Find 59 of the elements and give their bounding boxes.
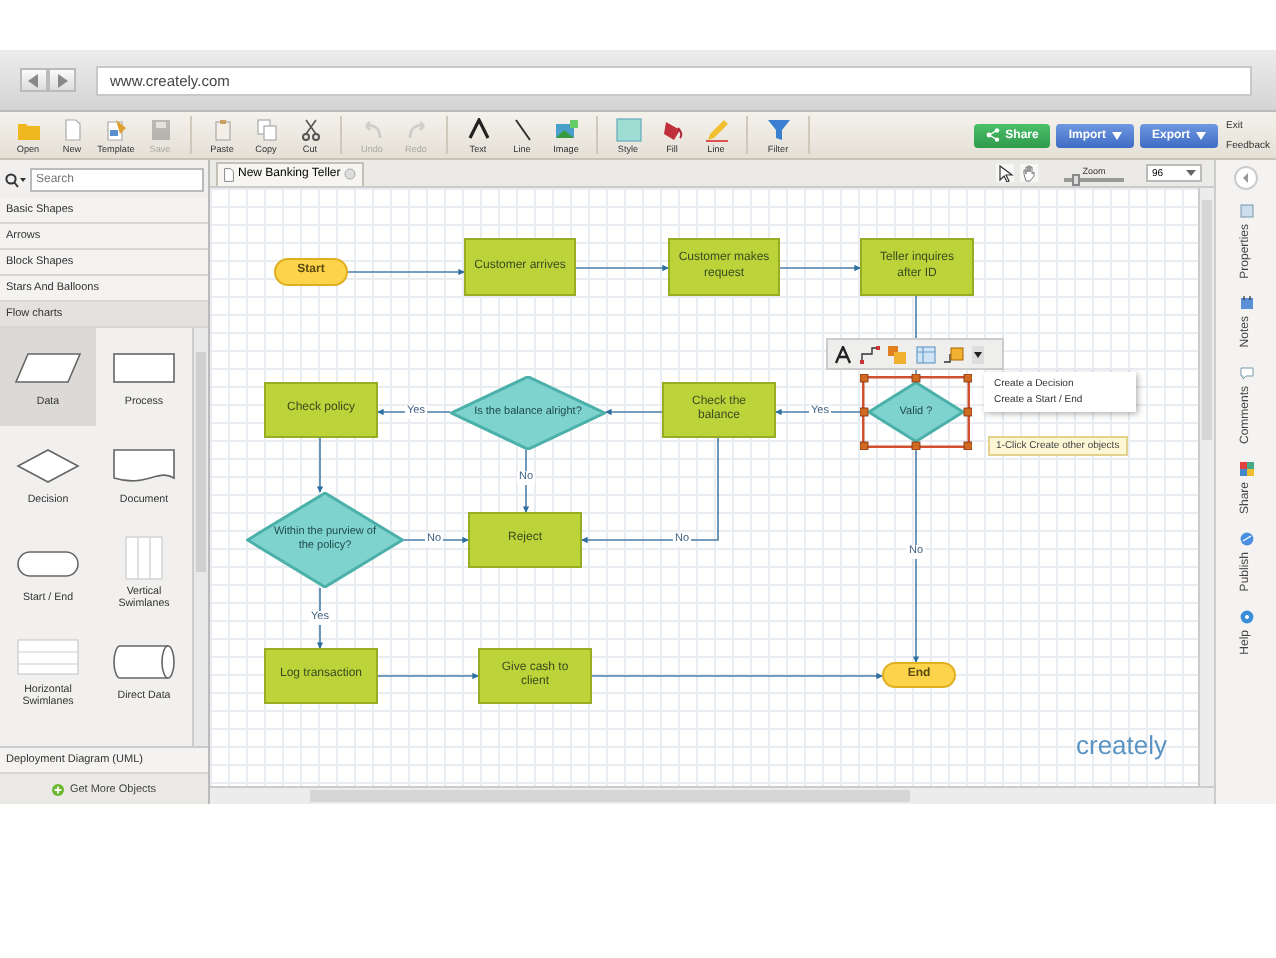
plus-icon (51, 783, 64, 795)
undo-icon (359, 117, 385, 141)
notes-icon (1239, 296, 1253, 311)
hlanes-icon (14, 633, 82, 678)
logo: creately (1076, 730, 1168, 760)
redo-icon (403, 117, 429, 141)
search-icon[interactable] (4, 172, 26, 188)
scrollbar[interactable] (192, 328, 208, 746)
share-icon (985, 128, 1000, 142)
connector-arrow (522, 449, 530, 513)
add-shape-icon[interactable] (944, 345, 964, 363)
page-icon (224, 167, 234, 181)
connector-arrow (779, 264, 861, 272)
hand-icon[interactable] (1020, 164, 1038, 182)
comments-icon (1239, 366, 1253, 381)
pencil-icon (703, 117, 729, 141)
scrollbar[interactable] (1198, 188, 1214, 788)
caret-icon (1186, 170, 1196, 176)
layers-icon[interactable] (888, 345, 908, 363)
collapse-icon[interactable] (1234, 166, 1258, 190)
properties-icon (1239, 204, 1253, 218)
back-button[interactable] (20, 68, 48, 92)
connector-arrow (347, 268, 465, 276)
bucket-icon (659, 117, 685, 141)
caret-icon (1196, 131, 1207, 139)
document-icon (110, 443, 178, 488)
style-icon (615, 117, 641, 141)
close-icon[interactable] (344, 168, 357, 180)
copy-icon (253, 117, 279, 141)
save-icon (147, 117, 173, 141)
line-icon (509, 117, 535, 141)
pointer-icon[interactable] (996, 164, 1014, 182)
forward-button[interactable] (48, 68, 76, 92)
slider-thumb[interactable] (1072, 173, 1080, 185)
paste-icon (209, 117, 235, 141)
right-arrow-icon (56, 73, 68, 87)
connector-icon[interactable] (860, 345, 880, 363)
connector-arrow (377, 672, 479, 680)
scrollbar[interactable] (210, 786, 1214, 804)
image-icon (553, 117, 579, 141)
connector-arrow (581, 437, 719, 544)
funnel-icon (765, 117, 791, 141)
caret-icon (1112, 131, 1123, 139)
left-arrow-icon (28, 73, 40, 87)
page-icon (59, 117, 85, 141)
cylinder-icon (110, 639, 178, 684)
diamond-icon (14, 443, 82, 488)
publish-icon (1239, 532, 1253, 547)
dropdown-arrow-icon[interactable] (972, 345, 984, 363)
text-style-icon[interactable] (834, 345, 852, 363)
share-icon (1239, 462, 1253, 477)
table-icon[interactable] (916, 345, 936, 363)
template-icon (103, 117, 129, 141)
scissors-icon (297, 117, 323, 141)
connector-arrow (316, 437, 324, 493)
connector-arrow (605, 408, 663, 416)
help-icon (1239, 609, 1253, 624)
connector-arrow (575, 264, 669, 272)
text-icon (465, 117, 491, 141)
